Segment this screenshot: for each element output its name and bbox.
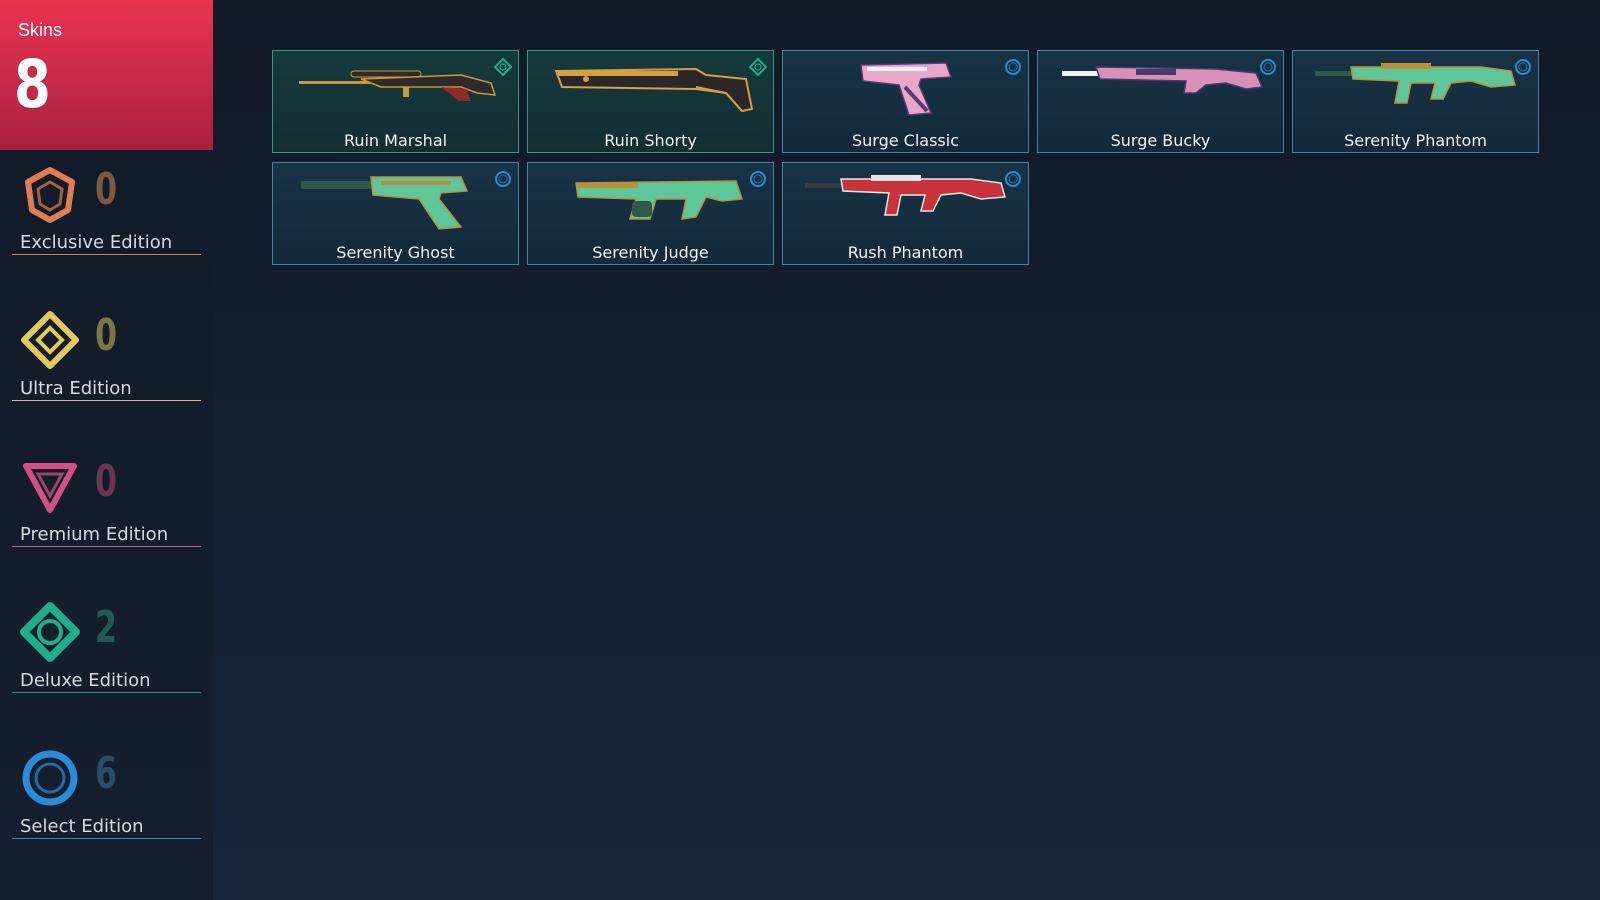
select-tier-icon xyxy=(749,170,767,188)
select-edition-divider xyxy=(12,838,201,839)
skin-card-ruin-marshal[interactable]: Ruin Marshal xyxy=(272,50,519,153)
skin-name: Ruin Shorty xyxy=(604,131,697,150)
collection-screen: Skins 8 0 Exclusive Edition 0 Ultra Editio… xyxy=(0,0,1600,900)
skin-card-serenity-phantom[interactable]: Serenity Phantom xyxy=(1292,50,1539,153)
exclusive-edition-count: 0 xyxy=(95,164,118,215)
exclusive-edition-icon xyxy=(20,164,80,224)
premium-edition-count: 0 xyxy=(95,456,118,507)
select-tier-icon xyxy=(494,170,512,188)
edition-deluxe[interactable]: 2 Deluxe Edition xyxy=(12,602,202,694)
select-edition-label: Select Edition xyxy=(20,816,144,837)
weapon-image xyxy=(801,169,1011,231)
skin-name: Surge Bucky xyxy=(1110,131,1211,150)
weapon-image xyxy=(291,169,501,231)
select-tier-icon xyxy=(1259,58,1277,76)
ultra-edition-label: Ultra Edition xyxy=(20,378,132,399)
select-tier-icon xyxy=(1004,58,1022,76)
weapon-image xyxy=(291,57,501,119)
premium-edition-label: Premium Edition xyxy=(20,524,169,545)
skin-card-surge-bucky[interactable]: Surge Bucky xyxy=(1037,50,1284,153)
weapon-image xyxy=(1056,57,1266,119)
skin-name: Serenity Ghost xyxy=(336,243,455,262)
edition-sidebar: Skins 8 0 Exclusive Edition 0 Ultra Editio… xyxy=(0,0,213,900)
edition-select[interactable]: 6 Select Edition xyxy=(12,748,202,840)
ultra-edition-divider xyxy=(12,400,201,401)
skin-name: Surge Classic xyxy=(851,131,959,150)
skin-name: Ruin Marshal xyxy=(343,131,448,150)
deluxe-tier-icon xyxy=(493,57,513,77)
deluxe-edition-icon xyxy=(20,602,80,662)
exclusive-edition-label: Exclusive Edition xyxy=(20,232,173,253)
total-skins-label: Skins xyxy=(18,20,63,40)
skin-card-surge-classic[interactable]: Surge Classic xyxy=(782,50,1029,153)
weapon-image xyxy=(1311,57,1521,119)
skin-card-rush-phantom[interactable]: Rush Phantom xyxy=(782,162,1029,265)
select-tier-icon xyxy=(1004,170,1022,188)
deluxe-tier-icon xyxy=(748,57,768,77)
select-tier-icon xyxy=(1514,58,1532,76)
ultra-edition-icon xyxy=(20,310,80,370)
premium-edition-divider xyxy=(12,546,201,547)
skin-card-ruin-shorty[interactable]: Ruin Shorty xyxy=(527,50,774,153)
skin-card-serenity-judge[interactable]: Serenity Judge xyxy=(527,162,774,265)
ultra-edition-count: 0 xyxy=(95,310,118,361)
weapon-image xyxy=(546,169,756,231)
select-edition-count: 6 xyxy=(95,748,118,799)
edition-premium[interactable]: 0 Premium Edition xyxy=(12,456,202,548)
skin-name: Serenity Judge xyxy=(592,243,709,262)
deluxe-edition-count: 2 xyxy=(95,602,118,653)
premium-edition-icon xyxy=(20,456,80,516)
weapon-image xyxy=(546,57,756,119)
select-edition-icon xyxy=(20,748,80,808)
exclusive-edition-divider xyxy=(12,254,201,255)
skin-name: Serenity Phantom xyxy=(1344,131,1487,150)
total-skins-card[interactable]: Skins 8 xyxy=(0,0,213,150)
skin-card-serenity-ghost[interactable]: Serenity Ghost xyxy=(272,162,519,265)
skin-name: Rush Phantom xyxy=(847,243,964,262)
deluxe-edition-label: Deluxe Edition xyxy=(20,670,151,691)
edition-exclusive[interactable]: 0 Exclusive Edition xyxy=(12,164,202,256)
weapon-image xyxy=(801,57,1011,119)
edition-ultra[interactable]: 0 Ultra Edition xyxy=(12,310,202,402)
total-skins-count: 8 xyxy=(14,46,51,123)
deluxe-edition-divider xyxy=(12,692,201,693)
skin-grid: Ruin Marshal Ruin Shorty Surge Classic S… xyxy=(272,50,1552,265)
